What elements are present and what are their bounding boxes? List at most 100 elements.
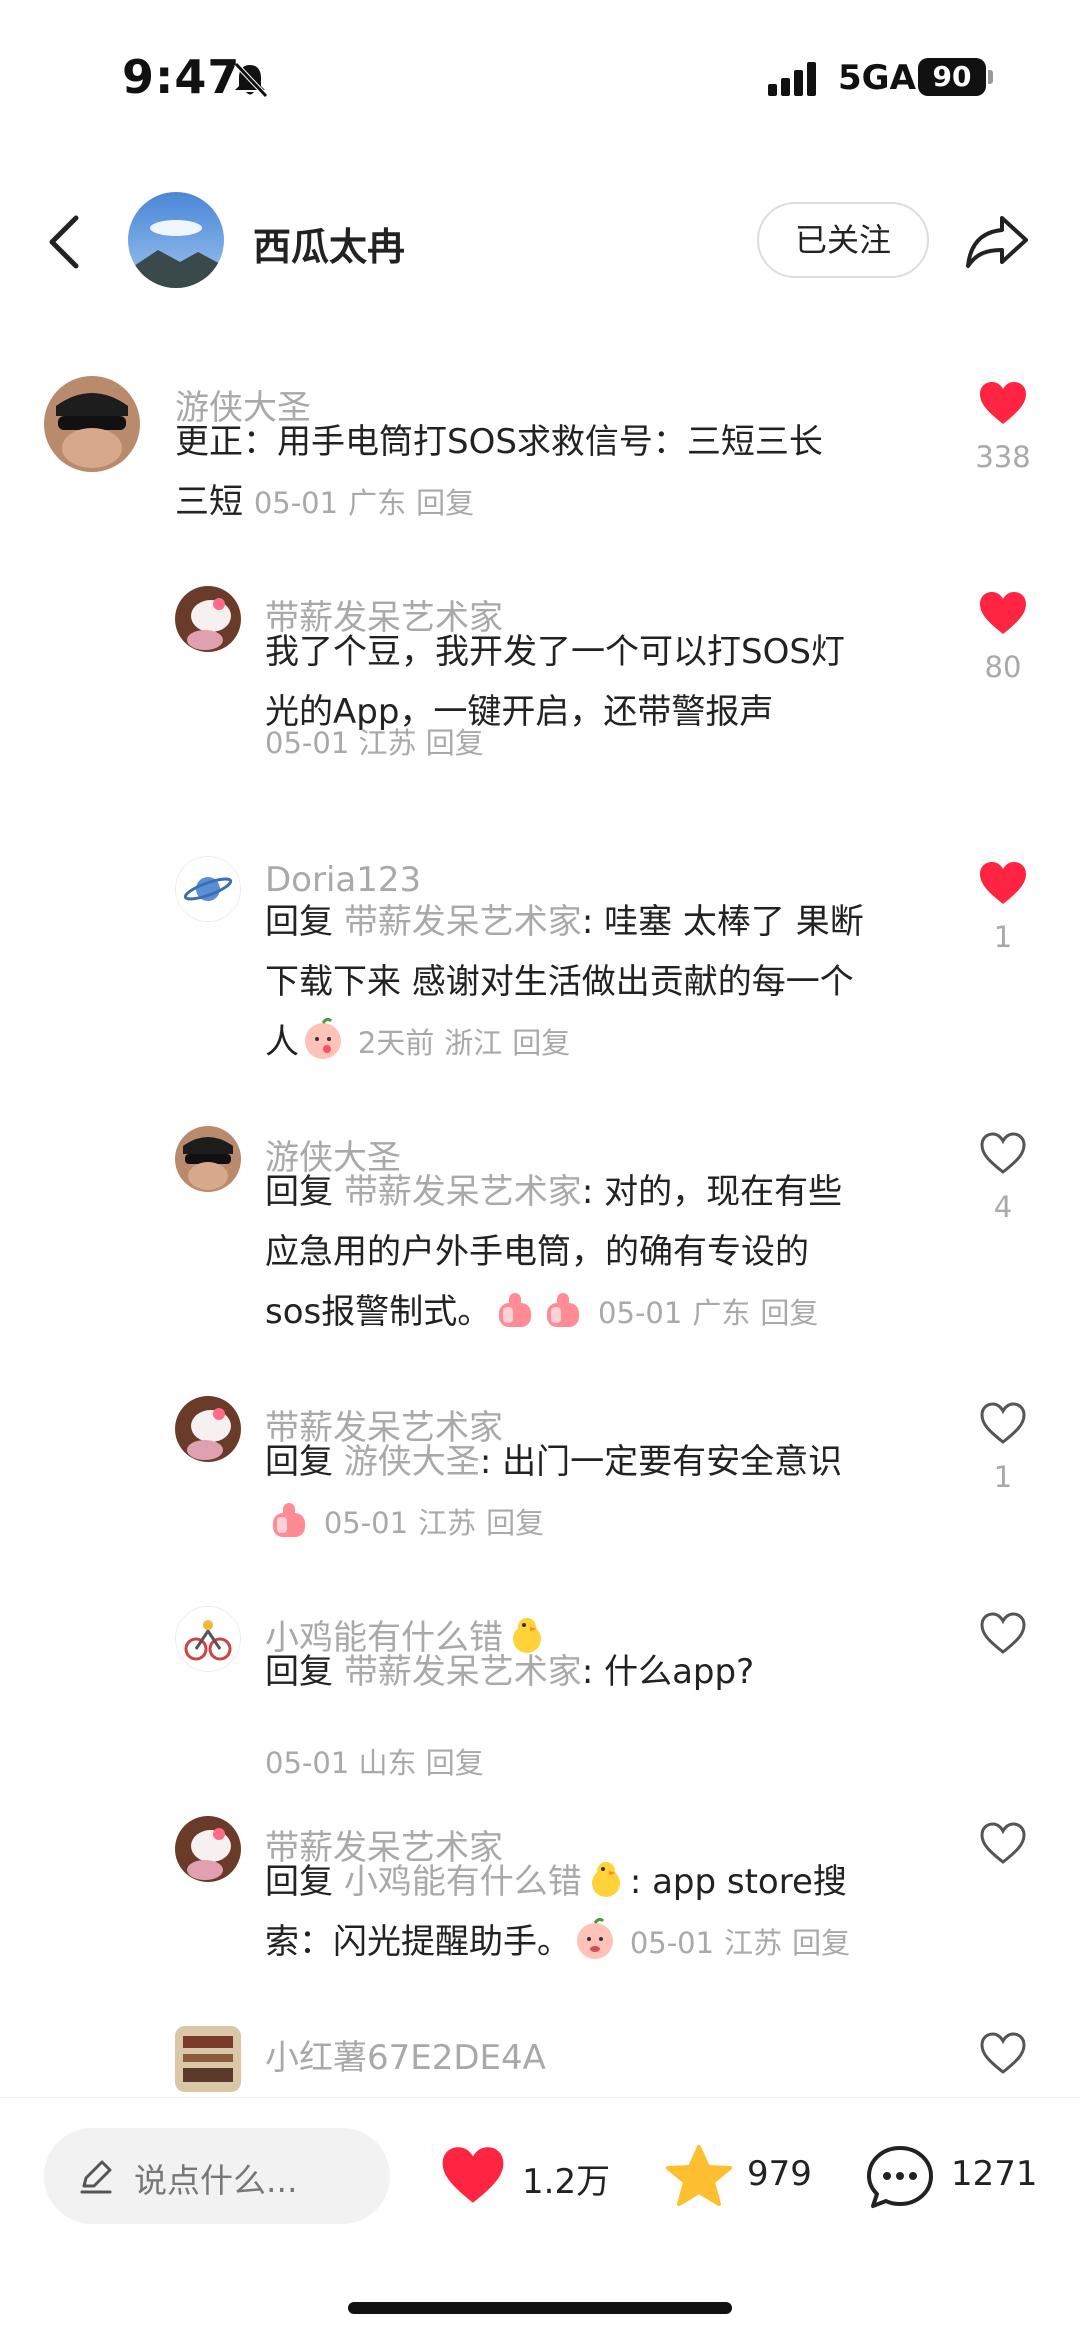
comment-input[interactable]: 说点什么... <box>44 2128 390 2224</box>
comment-location: 广东 <box>348 486 407 520</box>
heart-icon[interactable] <box>978 380 1028 426</box>
reply-button[interactable]: 回复 <box>416 486 474 520</box>
heart-outline-icon[interactable] <box>978 1400 1028 1446</box>
follow-button[interactable]: 已关注 <box>757 202 929 278</box>
avatar[interactable] <box>175 856 241 922</box>
battery-indicator: 90 <box>918 58 986 96</box>
heart-outline-icon[interactable] <box>978 2030 1028 2076</box>
pencil-icon <box>80 2160 112 2194</box>
comment-list[interactable]: 游侠大圣 更正：用手电筒打SOS求救信号：三短三长 三短 05-01 广东 回复 3… <box>0 360 1080 2095</box>
comment-text-line: 索：闪光提醒助手。 <box>265 1922 571 1962</box>
reply-target[interactable]: 游侠大圣 <box>344 1442 480 1482</box>
comments-button[interactable]: 1271 <box>865 2128 1055 2224</box>
reply-label: 回复 <box>265 1172 333 1212</box>
comment-location: 广东 <box>692 1296 751 1330</box>
favorite-total: 979 <box>747 2154 812 2194</box>
comment-text-line: 人 <box>265 1022 299 1062</box>
like-count: 1 <box>993 1460 1013 1494</box>
status-time: 9:47 <box>122 50 241 104</box>
reply-label: 回复 <box>265 902 333 942</box>
comment-location: 江苏 <box>418 1506 477 1540</box>
reply-button[interactable]: 回复 <box>426 726 484 760</box>
kiss-emoji-icon <box>305 1017 341 1059</box>
comment-meta: 05-01 江苏 回复 <box>630 1926 860 1960</box>
reply-target[interactable]: 带薪发呆艺术家 <box>344 1652 582 1692</box>
comment-text: 回复 带薪发呆艺术家: 哇塞 太棒了 果断 下载下来 感谢对生活做出贡献的每一个… <box>265 892 955 1073</box>
like-count: 4 <box>993 1190 1013 1224</box>
reply-target[interactable]: 小鸡能有什么错 <box>344 1862 630 1902</box>
heart-icon[interactable] <box>978 860 1028 906</box>
thumbs-up-emoji-icon <box>273 1503 305 1537</box>
heart-icon[interactable] <box>978 590 1028 636</box>
heart-outline-icon[interactable] <box>978 1820 1028 1866</box>
thumbs-up-emoji-icon <box>499 1293 532 1327</box>
back-icon[interactable] <box>44 212 84 272</box>
comment-meta: 05-01 广东 回复 <box>598 1296 828 1330</box>
reply-label: 回复 <box>265 1652 333 1692</box>
avatar[interactable] <box>175 2026 241 2092</box>
post-header: 西瓜太冉 已关注 <box>0 180 1080 300</box>
thumbs-up-emoji-icon <box>547 1293 580 1327</box>
reply-button[interactable]: 回复 <box>486 1506 544 1540</box>
heart-outline-icon[interactable] <box>978 1130 1028 1176</box>
home-indicator[interactable] <box>348 2302 732 2314</box>
reply-label: 回复 <box>265 1442 333 1482</box>
comment-total: 1271 <box>951 2154 1038 2194</box>
avatar[interactable] <box>175 1126 241 1192</box>
reply-target[interactable]: 带薪发呆艺术家 <box>344 902 582 942</box>
like-button[interactable]: 1.2万 <box>440 2128 620 2224</box>
network-label: 5GA <box>838 58 916 98</box>
like-count: 338 <box>975 440 1031 474</box>
reply-button[interactable]: 回复 <box>760 1296 818 1330</box>
star-icon <box>666 2145 732 2206</box>
bell-off-icon <box>234 62 268 98</box>
author-avatar[interactable] <box>128 192 224 288</box>
comment-text-line: 我了个豆，我开发了一个可以打SOS灯 <box>265 632 845 672</box>
comment-location: 江苏 <box>724 1926 783 1960</box>
comment-location: 江苏 <box>358 726 417 760</box>
reply-label: 回复 <box>265 1862 333 1902</box>
comment-text: 回复 带薪发呆艺术家: 什么app? <box>265 1642 955 1702</box>
comment-text: 回复 小鸡能有什么错 : app store搜 索：闪光提醒助手。 05-01 江苏… <box>265 1852 955 1973</box>
comment-date: 2天前 <box>357 1026 435 1060</box>
comment-text-line: : app store搜 <box>629 1862 847 1902</box>
reply-button[interactable]: 回复 <box>512 1026 570 1060</box>
comment-text-line: 三短 <box>175 482 243 522</box>
comment-input-placeholder: 说点什么... <box>134 2161 298 2200</box>
comment-text: 更正：用手电筒打SOS求救信号：三短三长 三短 05-01 广东 回复 <box>175 412 925 533</box>
reply-target-text: 小鸡能有什么错 <box>343 1862 582 1902</box>
comment-date: 05-01 <box>598 1296 683 1330</box>
share-icon[interactable] <box>964 212 1030 270</box>
chick-emoji-icon <box>591 1862 620 1897</box>
status-bar: 9:47 5GA 90 <box>0 0 1080 150</box>
comment-meta: 05-01 山东 回复 <box>265 1740 484 1782</box>
reply-button[interactable]: 回复 <box>426 1746 484 1780</box>
reply-button[interactable]: 回复 <box>792 1926 850 1960</box>
like-count: 1 <box>993 920 1013 954</box>
comment-date: 05-01 <box>265 1746 350 1780</box>
comment-text-line: : 哇塞 太棒了 果断 <box>581 902 864 942</box>
comment-author[interactable]: 小红薯67E2DE4A <box>265 2030 546 2079</box>
heart-icon <box>442 2147 504 2203</box>
heart-outline-icon[interactable] <box>978 1610 1028 1656</box>
comment-text-line: 应急用的户外手电筒，的确有专设的 <box>265 1232 809 1272</box>
comment-text-line: sos报警制式。 <box>265 1292 492 1332</box>
reply-target[interactable]: 带薪发呆艺术家 <box>344 1172 582 1212</box>
avatar[interactable] <box>175 586 241 652</box>
comment-text-line: : 出门一定要有安全意识 <box>479 1442 843 1482</box>
comment-meta: 05-01 江苏 回复 <box>324 1506 554 1540</box>
comment-text-line: 下载下来 感谢对生活做出贡献的每一个 <box>265 962 854 1002</box>
avatar[interactable] <box>44 376 140 472</box>
comment-date: 05-01 <box>629 1926 715 1960</box>
favorite-button[interactable]: 979 <box>665 2128 825 2224</box>
author-name[interactable]: 西瓜太冉 <box>253 216 405 271</box>
comment-location: 山东 <box>358 1746 417 1780</box>
avatar[interactable] <box>175 1816 241 1882</box>
peach-emoji-icon <box>577 1917 613 1959</box>
comment-text: 回复 游侠大圣: 出门一定要有安全意识 05-01 江苏 回复 <box>265 1432 955 1553</box>
avatar[interactable] <box>175 1396 241 1462</box>
comment-text-line: : 什么app? <box>581 1652 755 1692</box>
avatar[interactable] <box>175 1606 241 1672</box>
like-total: 1.2万 <box>522 2162 611 2202</box>
battery-tip <box>988 70 993 84</box>
